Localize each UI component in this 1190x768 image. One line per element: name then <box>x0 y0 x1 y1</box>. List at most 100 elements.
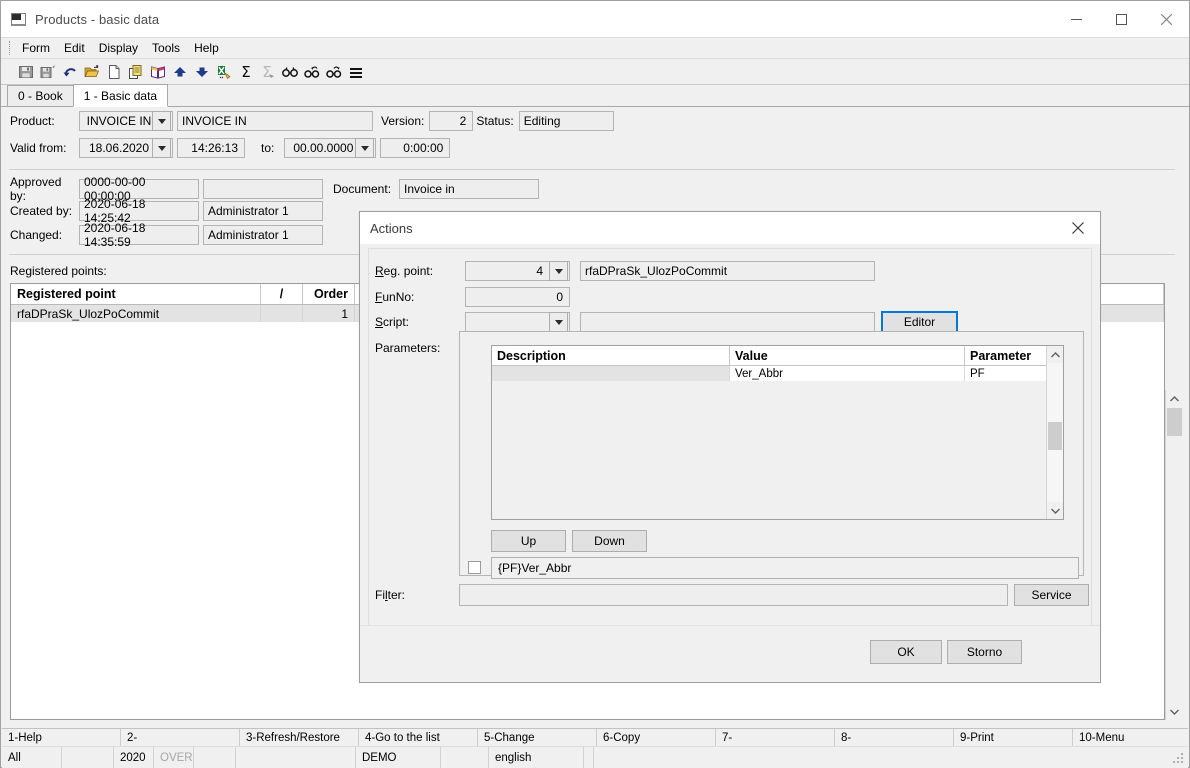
created-by-user-field[interactable]: Administrator 1 <box>203 201 323 221</box>
valid-to-date-combo[interactable]: 00.00.0000 <box>284 138 377 158</box>
reg-point-name-field[interactable]: rfaDPraSk_UlozPoCommit <box>580 261 875 281</box>
find-previous-icon[interactable] <box>301 61 322 83</box>
close-icon[interactable] <box>1056 212 1100 244</box>
fn-key-4[interactable]: 4-Go to the list <box>359 729 478 747</box>
filter-field[interactable] <box>459 584 1008 606</box>
export-excel-icon[interactable] <box>213 61 234 83</box>
table-row[interactable]: Ver_Abbr PF <box>492 366 1063 381</box>
book-icon[interactable] <box>147 61 168 83</box>
main-vertical-scrollbar[interactable] <box>1165 390 1183 720</box>
column-header-value[interactable]: Value <box>730 346 965 365</box>
fn-key-2[interactable]: 2- <box>121 729 240 747</box>
down-button[interactable]: Down <box>572 530 647 552</box>
tab-book-label: 0 - Book <box>18 89 63 103</box>
move-down-icon[interactable] <box>191 61 212 83</box>
status-field[interactable]: Editing <box>518 111 614 131</box>
approved-by-user-field[interactable] <box>203 179 323 199</box>
valid-from-date-combo[interactable]: 18.06.2020 <box>79 138 173 158</box>
fn-key-10[interactable]: 10-Menu <box>1073 729 1188 747</box>
parameters-table[interactable]: Description Value Parameter Ver_Abbr PF <box>491 345 1064 520</box>
column-header-order[interactable]: Order <box>303 284 355 304</box>
parameters-scrollbar[interactable] <box>1046 346 1063 519</box>
sum-filter-icon[interactable]: Σ <box>257 61 278 83</box>
chevron-down-icon[interactable] <box>152 111 171 131</box>
move-up-icon[interactable] <box>169 61 190 83</box>
product-combo[interactable]: INVOICE IN <box>79 111 173 131</box>
reg-point-number-combo[interactable]: 4 <box>465 261 570 281</box>
save-as-icon[interactable] <box>37 61 58 83</box>
minimize-icon[interactable] <box>1054 1 1099 37</box>
scroll-thumb[interactable] <box>1048 422 1062 450</box>
menu-item-edit[interactable]: Edit <box>57 39 92 57</box>
cancel-button[interactable]: Storno <box>947 640 1022 664</box>
changed-user-field[interactable]: Administrator 1 <box>203 225 323 245</box>
script-label: Script: <box>375 315 465 329</box>
window-controls <box>1054 1 1189 37</box>
column-header-description[interactable]: Description <box>492 346 730 365</box>
close-icon[interactable] <box>1144 1 1189 37</box>
created-by-date-field[interactable]: 2020-06-18 14:25:42 <box>79 197 199 225</box>
find-icon[interactable] <box>279 61 300 83</box>
status-cell-6 <box>236 747 356 768</box>
sum-icon[interactable]: Σ <box>235 61 256 83</box>
script-combo[interactable] <box>465 312 570 332</box>
fn-key-1[interactable]: 1-Help <box>2 729 121 747</box>
column-header-registered-point[interactable]: Registered point <box>11 284 261 304</box>
menu-item-display[interactable]: Display <box>92 39 145 57</box>
chevron-down-icon[interactable] <box>549 312 568 332</box>
expression-field[interactable]: {PF}Ver_Abbr <box>491 557 1079 579</box>
valid-from-time-field[interactable]: 14:26:13 <box>177 138 245 158</box>
new-document-icon[interactable] <box>103 61 124 83</box>
parameters-panel: Description Value Parameter Ver_Abbr PF <box>459 331 1084 579</box>
menu-item-help[interactable]: Help <box>187 39 226 57</box>
column-header-slash[interactable]: / <box>261 284 303 304</box>
ok-button[interactable]: OK <box>870 640 942 664</box>
menu-list-icon[interactable] <box>345 61 366 83</box>
scroll-down-icon[interactable] <box>1166 703 1183 720</box>
expression-value: {PF}Ver_Abbr <box>498 561 572 575</box>
product-name-field[interactable]: INVOICE IN <box>177 111 373 131</box>
up-button[interactable]: Up <box>491 530 566 552</box>
scroll-up-icon[interactable] <box>1166 390 1183 407</box>
fn-key-7[interactable]: 7- <box>716 729 835 747</box>
approved-by-date-field[interactable]: 0000-00-00 00:00:00 <box>79 175 199 203</box>
menu-item-tools[interactable]: Tools <box>145 39 187 57</box>
fn-key-8[interactable]: 8- <box>835 729 954 747</box>
expression-checkbox[interactable] <box>468 561 481 574</box>
editor-button[interactable]: Editor <box>881 311 958 333</box>
cell-value: Ver_Abbr <box>730 366 965 381</box>
funno-field[interactable]: 0 <box>465 287 570 307</box>
undo-icon[interactable] <box>59 61 80 83</box>
tab-basic-data[interactable]: 1 - Basic data <box>72 84 169 107</box>
chevron-down-icon[interactable] <box>549 261 568 281</box>
chevron-down-icon[interactable] <box>355 138 375 158</box>
scroll-down-icon[interactable] <box>1047 502 1063 519</box>
status-cell-year: 2020 <box>114 747 154 768</box>
open-folder-icon[interactable] <box>81 61 102 83</box>
find-next-icon[interactable] <box>323 61 344 83</box>
service-button[interactable]: Service <box>1014 584 1089 606</box>
chevron-down-icon[interactable] <box>152 138 171 158</box>
scroll-thumb[interactable] <box>1167 408 1182 436</box>
funno-value: 0 <box>556 290 563 304</box>
fn-key-3[interactable]: 3-Refresh/Restore <box>240 729 359 747</box>
fn-key-5[interactable]: 5-Change <box>478 729 597 747</box>
resize-grip[interactable] <box>1173 753 1185 765</box>
document-field[interactable]: Invoice in <box>399 179 540 199</box>
fn-key-6[interactable]: 6-Copy <box>597 729 716 747</box>
script-path-field[interactable] <box>580 312 875 332</box>
changed-date-field[interactable]: 2020-06-18 14:35:59 <box>79 221 199 249</box>
tab-book[interactable]: 0 - Book <box>7 85 74 106</box>
funno-label-rest: unNo: <box>382 290 415 304</box>
fn-key-9[interactable]: 9-Print <box>954 729 1073 747</box>
maximize-icon[interactable] <box>1099 1 1144 37</box>
version-field[interactable]: 2 <box>429 111 474 131</box>
save-icon[interactable] <box>15 61 36 83</box>
copy-icon[interactable] <box>125 61 146 83</box>
title-bar: Products - basic data <box>1 1 1189 37</box>
script-row: Script: Editor <box>375 311 958 333</box>
scroll-up-icon[interactable] <box>1047 346 1063 363</box>
editor-button-label: Editor <box>903 315 936 329</box>
menu-item-form[interactable]: Form <box>15 39 57 57</box>
valid-to-time-field[interactable]: 0:00:00 <box>380 138 451 158</box>
